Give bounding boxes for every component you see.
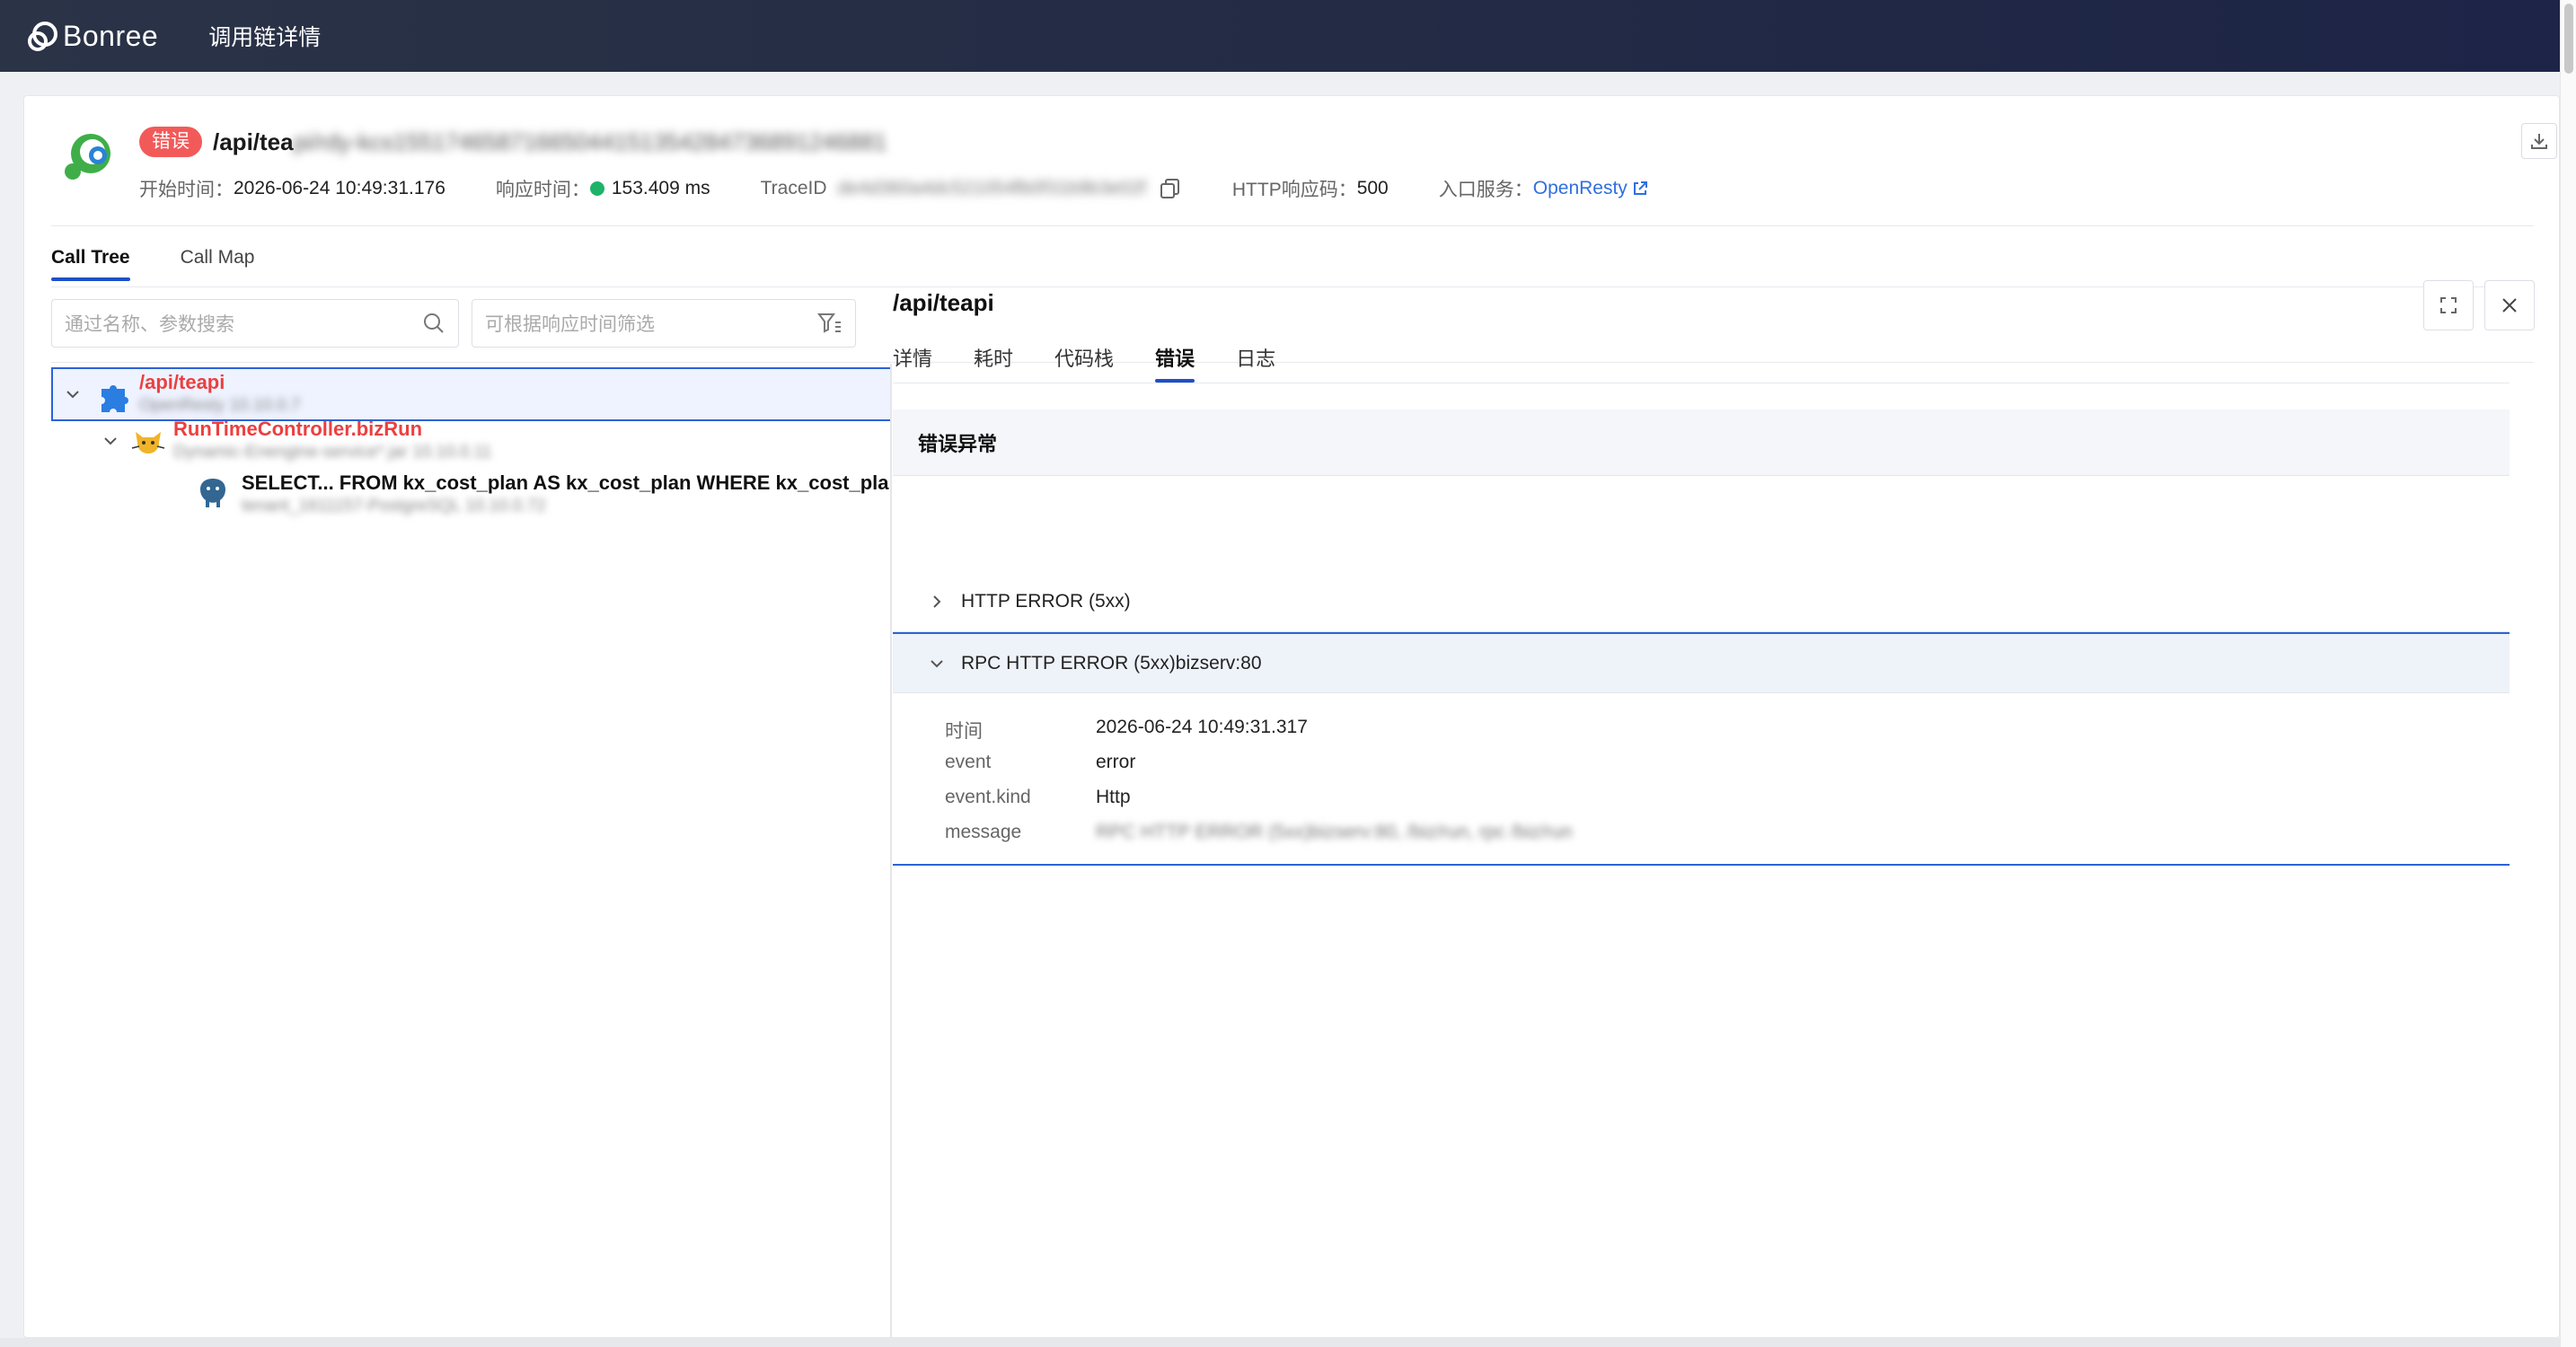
scrollbar-thumb[interactable] bbox=[2564, 4, 2573, 74]
field-value: error bbox=[1096, 752, 1136, 772]
page-scrollbar[interactable] bbox=[2560, 0, 2576, 1347]
tomcat-icon bbox=[131, 432, 165, 453]
field-key: event bbox=[945, 752, 992, 772]
entry-service: 入口服务： OpenResty bbox=[1439, 175, 1649, 202]
tree-node-sub: Dynamic-Enengine-service*.jar 10.10.0.11 bbox=[173, 443, 492, 462]
chevron-down-icon[interactable] bbox=[64, 385, 82, 403]
tree-node-name: RunTimeController.bizRun bbox=[173, 418, 423, 440]
close-icon bbox=[2502, 298, 2517, 313]
detail-tabs: 详情 耗时 代码栈 错误 日志 bbox=[893, 343, 1317, 383]
call-tree-pane: /api/teapi OpenResty 10.10.0.7 RunTimeCo… bbox=[51, 364, 892, 1339]
entry-service-link[interactable]: OpenResty bbox=[1533, 178, 1628, 199]
field-value: Http bbox=[1096, 787, 1131, 807]
trace-id: TraceID de4d360a4dc521054fb0f31b9b3e02f bbox=[761, 177, 1182, 200]
pane-resize-handle[interactable] bbox=[890, 1046, 892, 1235]
tab-logs[interactable]: 日志 bbox=[1236, 343, 1275, 383]
tabs-divider bbox=[51, 286, 2534, 287]
tab-errors[interactable]: 错误 bbox=[1155, 343, 1195, 383]
bonree-logo-icon bbox=[28, 22, 57, 51]
search-placeholder: 通过名称、参数搜索 bbox=[65, 314, 234, 335]
tab-code-stack[interactable]: 代码栈 bbox=[1054, 343, 1114, 383]
tab-call-tree[interactable]: Call Tree bbox=[51, 247, 130, 281]
tab-call-map[interactable]: Call Map bbox=[181, 247, 255, 281]
field-value: RPC HTTP ERROR (5xx)bizserv:80, /biz/run… bbox=[1096, 822, 1573, 842]
puzzle-icon bbox=[101, 385, 128, 412]
field-key: event.kind bbox=[945, 787, 1031, 807]
external-link-icon[interactable] bbox=[1631, 180, 1649, 198]
status-dot-icon bbox=[589, 181, 604, 196]
download-icon bbox=[2531, 134, 2547, 149]
header-divider bbox=[51, 225, 2534, 226]
http-code-value: 500 bbox=[1356, 178, 1389, 198]
search-input[interactable]: 通过名称、参数搜索 bbox=[51, 299, 459, 348]
trace-header: 错误 /api/teapi/rdy-kcs1551746587166504415… bbox=[24, 96, 2559, 225]
start-time: 开始时间： 2026-06-24 10:49:31.176 bbox=[139, 175, 446, 202]
response-time-value: 153.409 ms bbox=[611, 178, 710, 198]
error-item-http[interactable]: HTTP ERROR (5xx) bbox=[893, 571, 2510, 632]
fullscreen-button[interactable] bbox=[2423, 280, 2474, 330]
field-key: 时间 bbox=[945, 721, 983, 742]
filter-placeholder: 可根据响应时间筛选 bbox=[485, 314, 655, 335]
search-icon[interactable] bbox=[422, 312, 446, 335]
brand-name: Bonree bbox=[63, 19, 159, 52]
brand-logo[interactable]: Bonree bbox=[25, 18, 158, 54]
field-key: message bbox=[945, 822, 1022, 842]
response-time-label: 响应时间： bbox=[495, 180, 590, 200]
entry-service-label: 入口服务： bbox=[1438, 180, 1533, 200]
response-time: 响应时间： 153.409 ms bbox=[496, 175, 710, 202]
error-item-label: HTTP ERROR (5xx) bbox=[961, 590, 1131, 612]
trace-title: /api/teapi/rdy-kcs1551746587166504415135… bbox=[213, 127, 887, 157]
http-code: HTTP响应码： 500 bbox=[1232, 175, 1389, 202]
bottom-strip bbox=[0, 1338, 2560, 1347]
start-time-value: 2026-06-24 10:49:31.176 bbox=[234, 178, 446, 198]
field-value: 2026-06-24 10:49:31.317 bbox=[1096, 717, 1308, 737]
service-app-icon bbox=[65, 134, 110, 180]
trace-id-label: TraceID bbox=[760, 178, 827, 198]
trace-id-value: de4d360a4dc521054fb0f31b9b3e02f bbox=[837, 178, 1146, 198]
postgresql-icon bbox=[200, 479, 225, 507]
error-item-rpc[interactable]: RPC HTTP ERROR (5xx)bizserv:80 bbox=[893, 632, 2510, 693]
tree-node-sql[interactable]: SELECT... FROM kx_cost_plan AS kx_cost_p… bbox=[51, 471, 890, 529]
chevron-down-icon[interactable] bbox=[101, 432, 119, 450]
tab-details[interactable]: 详情 bbox=[893, 343, 932, 383]
copy-icon[interactable] bbox=[1159, 177, 1182, 200]
tree-node-controller[interactable]: RunTimeController.bizRun Dynamic-Enengin… bbox=[51, 418, 890, 475]
tree-node-root[interactable]: /api/teapi OpenResty 10.10.0.7 bbox=[51, 367, 890, 421]
tab-duration[interactable]: 耗时 bbox=[974, 343, 1013, 383]
view-tabs: Call Tree Call Map bbox=[51, 247, 304, 281]
http-code-label: HTTP响应码： bbox=[1231, 180, 1357, 200]
page-title: 调用链详情 bbox=[208, 25, 322, 50]
start-time-label: 开始时间： bbox=[139, 180, 234, 200]
filter-icon[interactable] bbox=[817, 312, 842, 335]
response-time-filter[interactable]: 可根据响应时间筛选 bbox=[472, 299, 856, 348]
error-item-label: RPC HTTP ERROR (5xx)bizserv:80 bbox=[961, 652, 1262, 674]
error-section-title: 错误异常 bbox=[893, 409, 2510, 476]
chevron-right-icon[interactable] bbox=[929, 594, 945, 610]
download-button[interactable] bbox=[2521, 123, 2557, 159]
expand-icon bbox=[2440, 297, 2457, 313]
detail-title: /api/teapi bbox=[893, 289, 994, 316]
tree-node-name: SELECT... FROM kx_cost_plan AS kx_cost_p… bbox=[242, 471, 892, 494]
error-panel-bottom-border bbox=[893, 864, 2510, 866]
tree-node-name: /api/teapi bbox=[139, 371, 225, 393]
trace-title-prefix: /api/tea bbox=[213, 128, 294, 155]
trace-meta: 开始时间： 2026-06-24 10:49:31.176 响应时间： 153.… bbox=[139, 175, 1699, 202]
trace-title-blurred: pi/rdy-kcs155174658716650441513542847368… bbox=[293, 128, 887, 155]
status-badge: 错误 bbox=[139, 127, 202, 157]
tree-node-sub: tenant_1611157-PostgreSQL 10.10.0.72 bbox=[242, 497, 546, 515]
chevron-down-icon[interactable] bbox=[929, 656, 945, 672]
close-detail-button[interactable] bbox=[2484, 280, 2535, 330]
tree-node-sub: OpenResty 10.10.0.7 bbox=[139, 396, 301, 415]
top-bar: Bonree 调用链详情 bbox=[0, 0, 2560, 72]
